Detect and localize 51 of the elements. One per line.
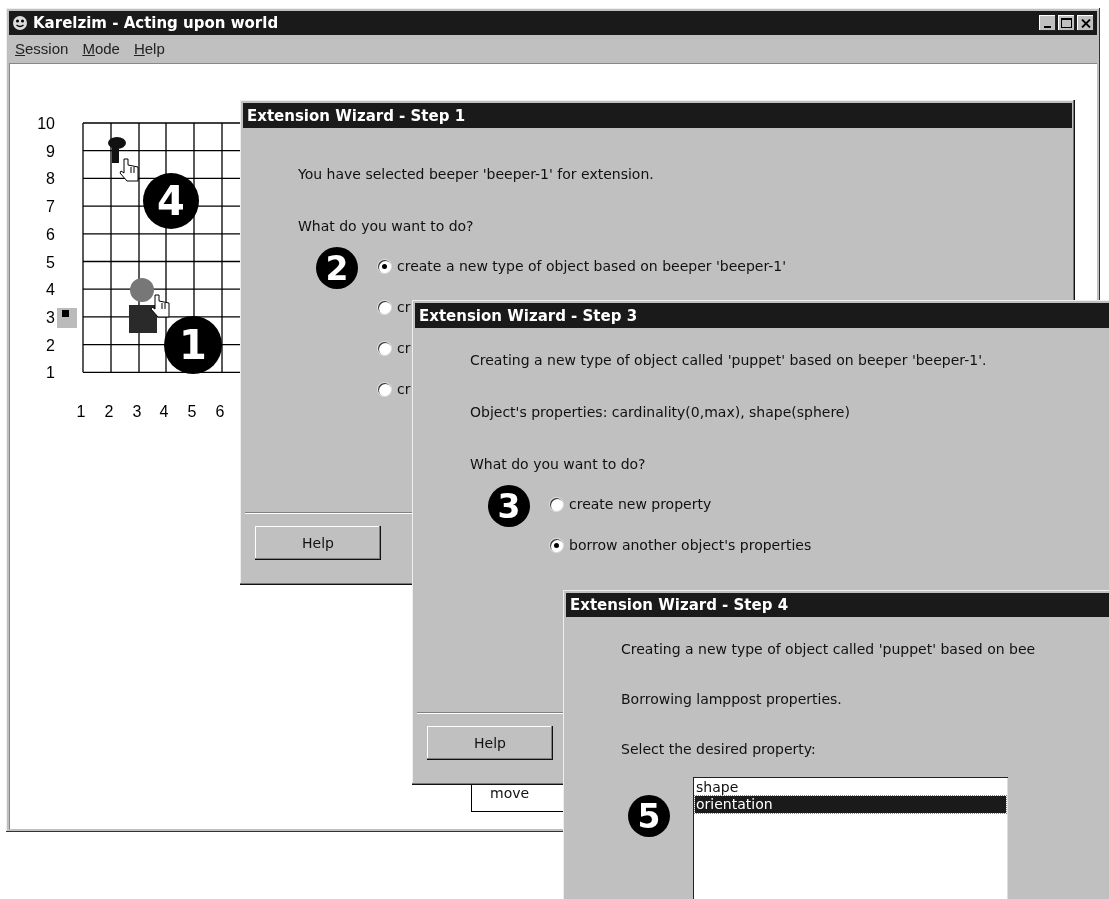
number-badge: 4 <box>143 173 199 229</box>
radio-button[interactable] <box>378 300 391 314</box>
radio-button[interactable] <box>378 341 391 355</box>
hand-cursor-icon <box>150 294 170 318</box>
close-icon <box>1080 18 1091 28</box>
dialog-text: You have selected beeper 'beeper-1' for extension. <box>298 166 655 182</box>
dialog-text: Object's properties: cardinality(0,max), shape(sphere) <box>470 404 851 420</box>
sphere-icon <box>130 278 154 302</box>
dialog-text: Borrowing lamppost properties. <box>621 691 843 707</box>
menu-item[interactable]: Help <box>133 39 165 57</box>
dialog-text: What do you want to do? <box>470 456 647 472</box>
dialog-text: What do you want to do? <box>298 218 475 234</box>
radio-label[interactable]: create new property <box>569 496 712 512</box>
help-button[interactable]: Help <box>255 526 381 560</box>
minimize-button[interactable] <box>1039 15 1056 31</box>
list-item[interactable]: orientation <box>695 796 1006 813</box>
radio-button[interactable] <box>378 382 391 396</box>
beeper-block <box>129 305 157 333</box>
close-button[interactable] <box>1077 15 1094 31</box>
dialog-title: Extension Wizard - Step 1 <box>243 103 1072 128</box>
radio-button[interactable] <box>378 259 391 273</box>
property-listbox[interactable]: shape orientation <box>693 777 1008 899</box>
dialog-title: Extension Wizard - Step 4 <box>566 593 1109 617</box>
dialog-title: Extension Wizard - Step 3 <box>415 303 1109 328</box>
radio-button[interactable] <box>550 538 563 552</box>
dialog-text: Creating a new type of object called 'puppet' based on beeper 'beeper-1'. <box>470 352 988 368</box>
radio-label[interactable]: borrow another object's properties <box>569 537 812 553</box>
radio-label[interactable]: create a new type of object based on beeper 'beeper-1' <box>397 258 787 274</box>
help-button[interactable]: Help <box>427 726 553 760</box>
world-grid-drawing: 10 9 8 7 6 5 4 3 2 1 1 2 3 4 5 6 4 1 <box>23 101 243 423</box>
dialog-text: Creating a new type of object called 'puppet' based on bee <box>621 641 1037 657</box>
radio-button[interactable] <box>550 497 563 511</box>
dialog-text: Select the desired property: <box>621 741 817 757</box>
window-title: Karelzim - Acting upon world <box>33 14 279 32</box>
number-badge: 2 <box>316 247 358 289</box>
radio-label[interactable]: cr <box>397 299 411 315</box>
light-block-icon <box>57 308 77 328</box>
hand-cursor-icon <box>119 158 139 182</box>
menu-item[interactable]: Session <box>15 39 69 57</box>
number-badge: 1 <box>164 316 222 374</box>
number-badge: 5 <box>628 795 670 837</box>
radio-label[interactable]: cr <box>397 381 411 397</box>
list-item[interactable]: shape <box>695 779 1006 796</box>
maximize-icon <box>1061 18 1072 28</box>
maximize-button[interactable] <box>1058 15 1075 31</box>
minimize-icon <box>1044 25 1051 28</box>
radio-label[interactable]: cr <box>397 340 411 356</box>
number-badge: 3 <box>488 485 530 527</box>
menu-item[interactable]: Mode <box>82 39 120 57</box>
smiley-icon <box>12 15 28 31</box>
lamppost-icon <box>108 137 126 163</box>
